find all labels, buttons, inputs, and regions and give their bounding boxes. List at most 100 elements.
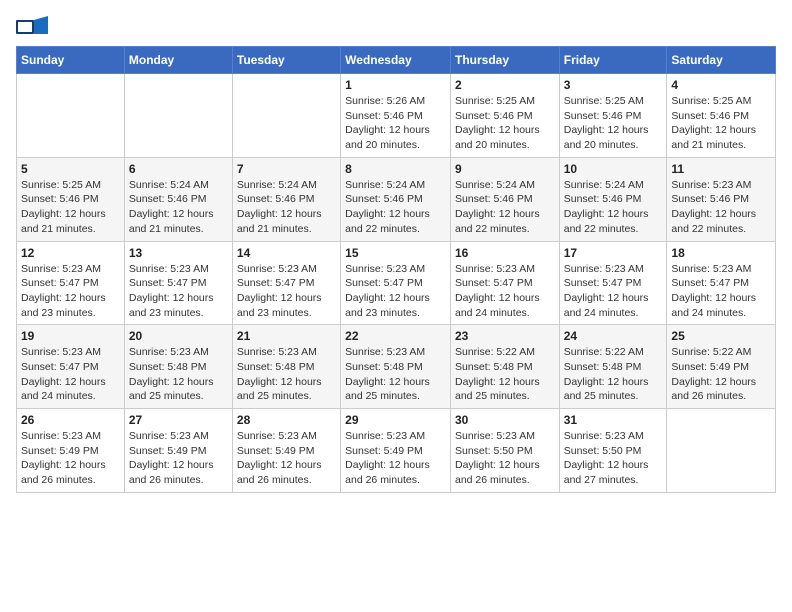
calendar-cell	[232, 74, 340, 158]
calendar-cell: 25 Sunrise: 5:22 AMSunset: 5:49 PMDayligh…	[667, 325, 776, 409]
day-number: 11	[671, 162, 771, 176]
calendar-header-row: SundayMondayTuesdayWednesdayThursdayFrid…	[17, 47, 776, 74]
day-info: Sunrise: 5:23 AMSunset: 5:47 PMDaylight:…	[21, 345, 120, 404]
calendar-cell	[667, 409, 776, 493]
calendar-cell: 31 Sunrise: 5:23 AMSunset: 5:50 PMDayligh…	[559, 409, 667, 493]
day-info: Sunrise: 5:23 AMSunset: 5:47 PMDaylight:…	[455, 262, 555, 321]
calendar-cell: 28 Sunrise: 5:23 AMSunset: 5:49 PMDayligh…	[232, 409, 340, 493]
calendar-cell: 21Sunrise: 5:23 AMSunset: 5:48 PMDayligh…	[232, 325, 340, 409]
day-number: 27	[129, 413, 228, 427]
calendar-cell: 13Sunrise: 5:23 AMSunset: 5:47 PMDayligh…	[124, 241, 232, 325]
day-number: 14	[237, 246, 336, 260]
day-info: Sunrise: 5:25 AMSunset: 5:46 PMDaylight:…	[455, 94, 555, 153]
day-info: Sunrise: 5:24 AMSunset: 5:46 PMDaylight:…	[237, 178, 336, 237]
header-tuesday: Tuesday	[232, 47, 340, 74]
day-number: 18	[671, 246, 771, 260]
day-number: 2	[455, 78, 555, 92]
calendar-cell: 12 Sunrise: 5:23 AMSunset: 5:47 PMDayligh…	[17, 241, 125, 325]
day-number: 5	[21, 162, 120, 176]
day-number: 16	[455, 246, 555, 260]
day-info: Sunrise: 5:23 AMSunset: 5:47 PMDaylight:…	[345, 262, 446, 321]
page-header	[16, 16, 776, 38]
day-number: 3	[564, 78, 663, 92]
day-number: 10	[564, 162, 663, 176]
calendar-cell: 3 Sunrise: 5:25 AMSunset: 5:46 PMDaylight…	[559, 74, 667, 158]
day-number: 9	[455, 162, 555, 176]
calendar-cell: 11 Sunrise: 5:23 AMSunset: 5:46 PMDayligh…	[667, 157, 776, 241]
calendar-cell: 27Sunrise: 5:23 AMSunset: 5:49 PMDayligh…	[124, 409, 232, 493]
day-number: 24	[564, 329, 663, 343]
day-number: 25	[671, 329, 771, 343]
day-info: Sunrise: 5:23 AMSunset: 5:48 PMDaylight:…	[345, 345, 446, 404]
day-number: 20	[129, 329, 228, 343]
day-number: 28	[237, 413, 336, 427]
calendar-cell: 1Sunrise: 5:26 AMSunset: 5:46 PMDaylight…	[341, 74, 451, 158]
calendar-cell: 5Sunrise: 5:25 AMSunset: 5:46 PMDaylight…	[17, 157, 125, 241]
day-number: 30	[455, 413, 555, 427]
calendar-cell: 2 Sunrise: 5:25 AMSunset: 5:46 PMDaylight…	[450, 74, 559, 158]
day-info: Sunrise: 5:22 AMSunset: 5:49 PMDaylight:…	[671, 345, 771, 404]
header-thursday: Thursday	[450, 47, 559, 74]
day-info: Sunrise: 5:22 AMSunset: 5:48 PMDaylight:…	[455, 345, 555, 404]
header-monday: Monday	[124, 47, 232, 74]
day-number: 4	[671, 78, 771, 92]
day-number: 31	[564, 413, 663, 427]
day-info: Sunrise: 5:24 AMSunset: 5:46 PMDaylight:…	[564, 178, 663, 237]
calendar-cell: 29 Sunrise: 5:23 AMSunset: 5:49 PMDayligh…	[341, 409, 451, 493]
calendar-cell: 15 Sunrise: 5:23 AMSunset: 5:47 PMDayligh…	[341, 241, 451, 325]
day-info: Sunrise: 5:25 AMSunset: 5:46 PMDaylight:…	[671, 94, 771, 153]
day-number: 21	[237, 329, 336, 343]
calendar-table: SundayMondayTuesdayWednesdayThursdayFrid…	[16, 46, 776, 493]
calendar-cell: 23 Sunrise: 5:22 AMSunset: 5:48 PMDayligh…	[450, 325, 559, 409]
day-number: 29	[345, 413, 446, 427]
logo	[16, 16, 52, 38]
header-sunday: Sunday	[17, 47, 125, 74]
calendar-cell	[124, 74, 232, 158]
day-number: 6	[129, 162, 228, 176]
day-info: Sunrise: 5:22 AMSunset: 5:48 PMDaylight:…	[564, 345, 663, 404]
day-info: Sunrise: 5:23 AMSunset: 5:47 PMDaylight:…	[564, 262, 663, 321]
day-number: 12	[21, 246, 120, 260]
calendar-cell: 17 Sunrise: 5:23 AMSunset: 5:47 PMDayligh…	[559, 241, 667, 325]
day-info: Sunrise: 5:23 AMSunset: 5:49 PMDaylight:…	[237, 429, 336, 488]
day-number: 23	[455, 329, 555, 343]
calendar-cell: 14 Sunrise: 5:23 AMSunset: 5:47 PMDayligh…	[232, 241, 340, 325]
week-row-4: 19 Sunrise: 5:23 AMSunset: 5:47 PMDayligh…	[17, 325, 776, 409]
calendar-cell: 26 Sunrise: 5:23 AMSunset: 5:49 PMDayligh…	[17, 409, 125, 493]
calendar-cell: 4 Sunrise: 5:25 AMSunset: 5:46 PMDaylight…	[667, 74, 776, 158]
calendar-cell: 18 Sunrise: 5:23 AMSunset: 5:47 PMDayligh…	[667, 241, 776, 325]
day-info: Sunrise: 5:23 AMSunset: 5:47 PMDaylight:…	[21, 262, 120, 321]
header-wednesday: Wednesday	[341, 47, 451, 74]
day-number: 17	[564, 246, 663, 260]
day-number: 7	[237, 162, 336, 176]
calendar-cell: 8 Sunrise: 5:24 AMSunset: 5:46 PMDaylight…	[341, 157, 451, 241]
calendar-cell: 30Sunrise: 5:23 AMSunset: 5:50 PMDayligh…	[450, 409, 559, 493]
day-number: 1	[345, 78, 446, 92]
day-info: Sunrise: 5:25 AMSunset: 5:46 PMDaylight:…	[564, 94, 663, 153]
day-number: 13	[129, 246, 228, 260]
header-friday: Friday	[559, 47, 667, 74]
day-info: Sunrise: 5:23 AMSunset: 5:49 PMDaylight:…	[345, 429, 446, 488]
day-info: Sunrise: 5:23 AMSunset: 5:50 PMDaylight:…	[564, 429, 663, 488]
calendar-cell: 10 Sunrise: 5:24 AMSunset: 5:46 PMDayligh…	[559, 157, 667, 241]
day-info: Sunrise: 5:24 AMSunset: 5:46 PMDaylight:…	[129, 178, 228, 237]
calendar-cell: 19 Sunrise: 5:23 AMSunset: 5:47 PMDayligh…	[17, 325, 125, 409]
day-number: 26	[21, 413, 120, 427]
header-saturday: Saturday	[667, 47, 776, 74]
day-info: Sunrise: 5:23 AMSunset: 5:47 PMDaylight:…	[237, 262, 336, 321]
logo-icon	[16, 16, 48, 38]
day-number: 19	[21, 329, 120, 343]
calendar-cell: 16 Sunrise: 5:23 AMSunset: 5:47 PMDayligh…	[450, 241, 559, 325]
day-info: Sunrise: 5:24 AMSunset: 5:46 PMDaylight:…	[345, 178, 446, 237]
day-info: Sunrise: 5:23 AMSunset: 5:47 PMDaylight:…	[671, 262, 771, 321]
day-number: 8	[345, 162, 446, 176]
day-info: Sunrise: 5:23 AMSunset: 5:46 PMDaylight:…	[671, 178, 771, 237]
calendar-cell: 7 Sunrise: 5:24 AMSunset: 5:46 PMDaylight…	[232, 157, 340, 241]
week-row-1: 1Sunrise: 5:26 AMSunset: 5:46 PMDaylight…	[17, 74, 776, 158]
calendar-cell	[17, 74, 125, 158]
calendar-cell: 9Sunrise: 5:24 AMSunset: 5:46 PMDaylight…	[450, 157, 559, 241]
calendar-cell: 22Sunrise: 5:23 AMSunset: 5:48 PMDayligh…	[341, 325, 451, 409]
day-info: Sunrise: 5:23 AMSunset: 5:49 PMDaylight:…	[21, 429, 120, 488]
day-number: 15	[345, 246, 446, 260]
week-row-5: 26 Sunrise: 5:23 AMSunset: 5:49 PMDayligh…	[17, 409, 776, 493]
